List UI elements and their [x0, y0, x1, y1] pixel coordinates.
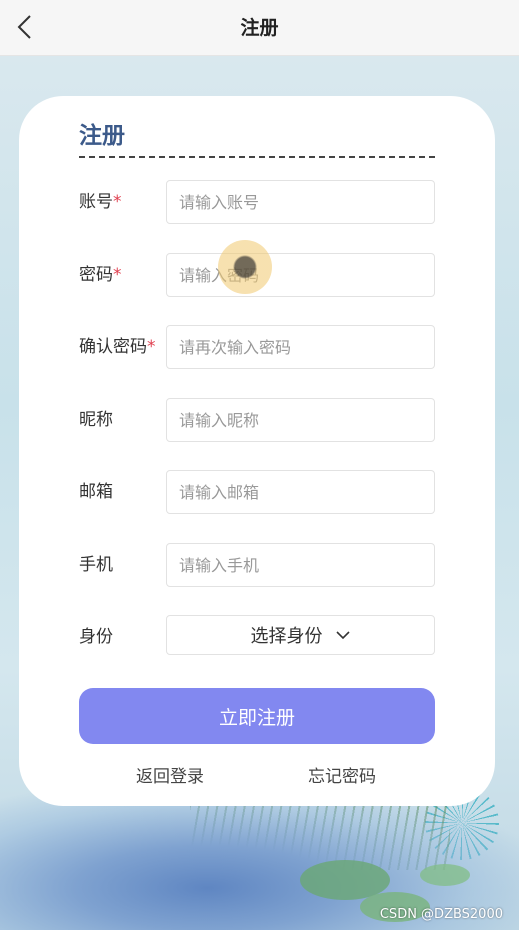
nickname-row: 昵称	[79, 398, 435, 442]
password-label: 密码*	[79, 265, 122, 285]
phone-input[interactable]	[166, 543, 435, 587]
role-row: 身份 选择身份	[79, 615, 435, 659]
chevron-down-icon	[335, 631, 350, 640]
password-input[interactable]	[166, 253, 435, 297]
account-label: 账号*	[79, 192, 122, 212]
forgot-password-link[interactable]: 忘记密码	[308, 762, 376, 787]
form-title: 注册	[79, 123, 125, 149]
account-input[interactable]	[166, 180, 435, 224]
required-mark: *	[113, 265, 122, 285]
watermark: CSDN @DZBS2000	[379, 907, 503, 922]
phone-row: 手机	[79, 543, 435, 587]
phone-label: 手机	[79, 555, 113, 575]
nickname-input[interactable]	[166, 398, 435, 442]
nickname-label: 昵称	[79, 410, 113, 430]
role-select-value: 选择身份	[250, 626, 323, 647]
required-mark: *	[113, 192, 122, 212]
required-mark: *	[147, 337, 156, 357]
title-divider	[79, 156, 435, 158]
register-button[interactable]: 立即注册	[79, 688, 435, 744]
top-nav-bar: 注册	[0, 0, 519, 56]
back-to-login-link[interactable]: 返回登录	[136, 762, 204, 787]
page-title: 注册	[240, 17, 279, 39]
lily-pad-decoration	[420, 864, 470, 886]
email-label: 邮箱	[79, 482, 113, 502]
email-row: 邮箱	[79, 470, 435, 514]
confirm-password-row: 确认密码*	[79, 325, 435, 369]
confirm-password-input[interactable]	[166, 325, 435, 369]
role-label: 身份	[79, 627, 113, 647]
email-input[interactable]	[166, 470, 435, 514]
role-select[interactable]: 选择身份	[166, 615, 435, 655]
register-card: 注册 账号* 密码* 确认密码* 昵称 邮箱 手机 身份 选择身份 立即注册 返…	[19, 96, 495, 806]
touch-indicator	[218, 240, 272, 294]
confirm-password-label: 确认密码*	[79, 337, 156, 357]
account-row: 账号*	[79, 180, 435, 224]
